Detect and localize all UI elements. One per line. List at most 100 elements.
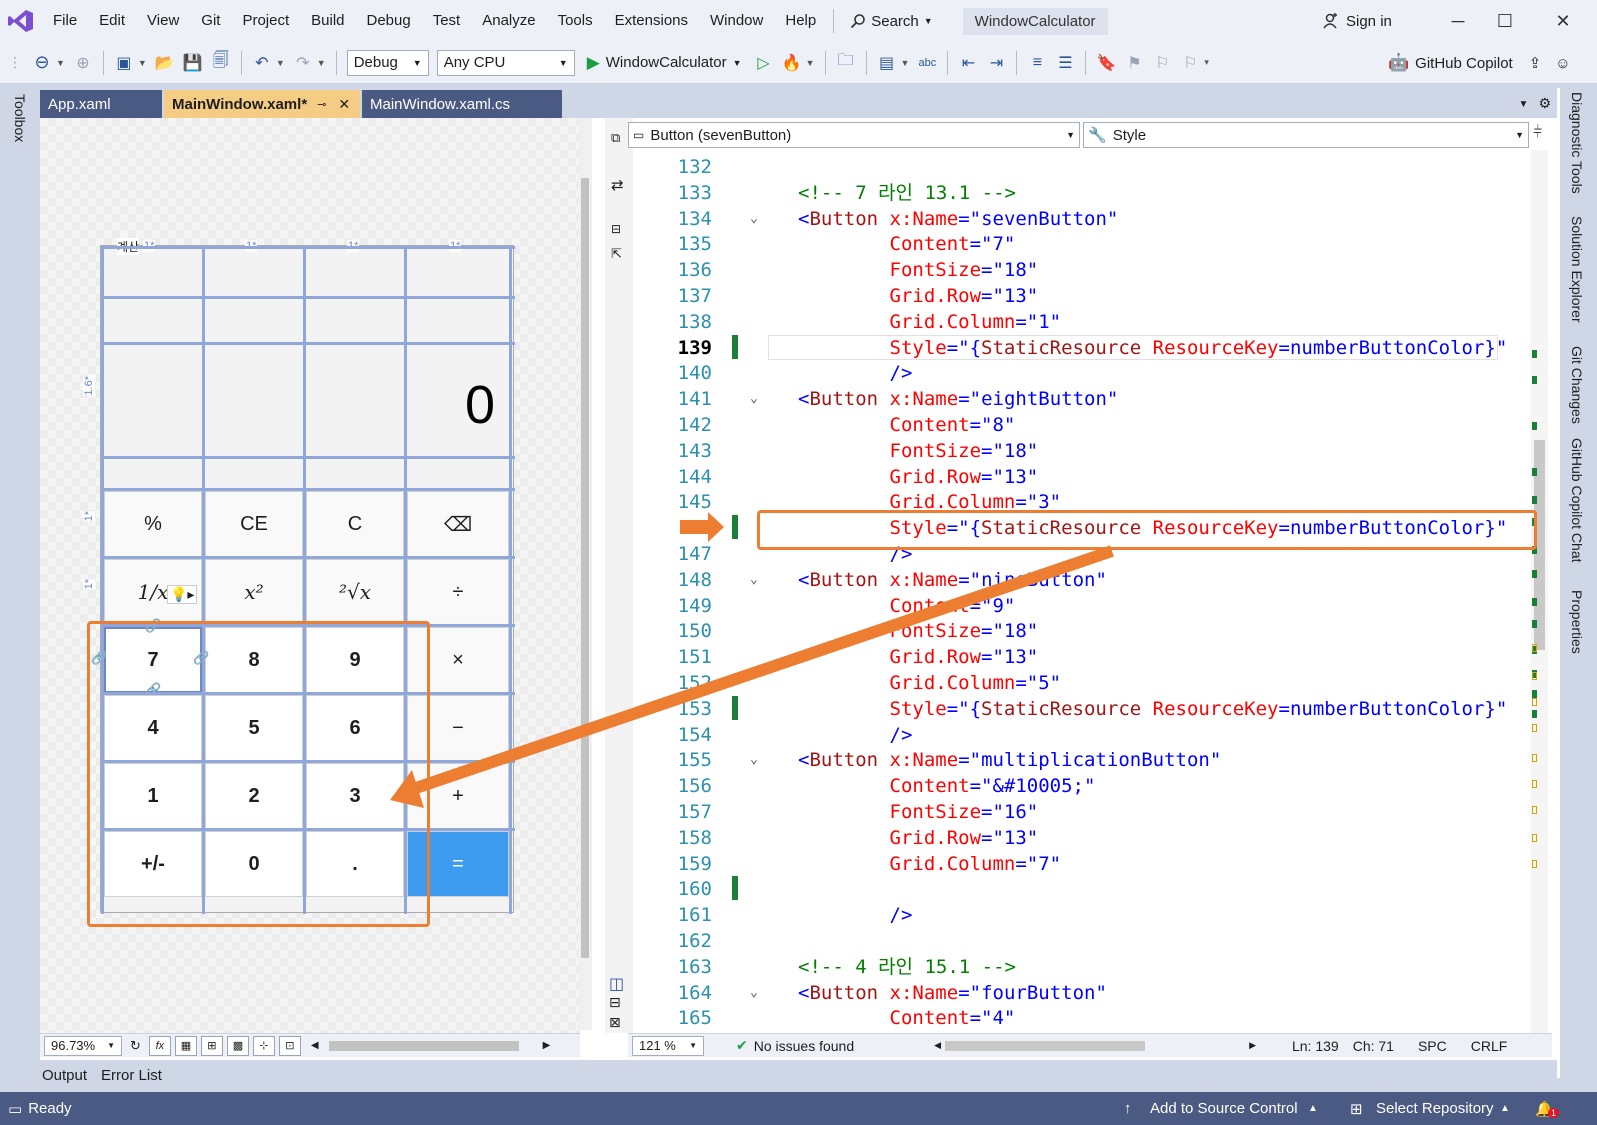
code-line[interactable]: 158 Grid.Row="13": [640, 825, 1530, 851]
code-line[interactable]: 134 ⌄ <Button x:Name="sevenButton": [640, 206, 1530, 232]
git-changes-tab[interactable]: Git Changes: [1569, 346, 1585, 424]
vertical-split-icon[interactable]: ◫: [609, 974, 624, 994]
gear-icon[interactable]: ⚙: [1538, 95, 1551, 112]
tab-mainwindow-xaml[interactable]: MainWindow.xaml* ⊸ ✕: [164, 90, 360, 118]
line-ending-status[interactable]: CRLF: [1471, 1038, 1508, 1054]
save-all-button[interactable]: 🗐: [207, 49, 235, 77]
square-root-button[interactable]: ²√x: [306, 559, 404, 625]
menu-debug[interactable]: Debug: [356, 0, 422, 42]
chevron-down-icon[interactable]: ▼: [806, 58, 815, 68]
menu-file[interactable]: File: [42, 0, 88, 42]
chevron-down-icon[interactable]: ▼: [276, 58, 285, 68]
horizontal-split-icon[interactable]: ⊟: [609, 994, 621, 1011]
close-icon[interactable]: ✕: [338, 96, 350, 113]
search-button[interactable]: Search ▼: [840, 13, 942, 30]
editor-zoom-select[interactable]: 121 % ▼: [632, 1035, 704, 1056]
platform-select[interactable]: Any CPU ▼: [436, 49, 575, 76]
designer-horizontal-scrollbar[interactable]: [328, 1040, 519, 1051]
share-icon[interactable]: ⇪: [1529, 54, 1542, 72]
configuration-select[interactable]: Debug ▼: [346, 49, 429, 76]
code-line[interactable]: 157 FontSize="16": [640, 799, 1530, 825]
scroll-left-icon[interactable]: ◀: [311, 1040, 319, 1051]
code-line[interactable]: 159 Grid.Column="7": [640, 851, 1530, 877]
navigate-back-button[interactable]: ⊖: [28, 49, 56, 77]
navigate-code-button[interactable]: ⇥: [982, 49, 1010, 77]
add-to-source-control-button[interactable]: Add to Source Control: [1150, 1100, 1298, 1117]
menu-view[interactable]: View: [136, 0, 190, 42]
save-button[interactable]: 💾: [179, 49, 207, 77]
code-line[interactable]: 142 Content="8": [640, 412, 1530, 438]
browse-button[interactable]: 🗀: [832, 49, 860, 77]
menu-analyze[interactable]: Analyze: [471, 0, 546, 42]
feedback-icon[interactable]: ☺: [1555, 55, 1570, 72]
properties-tab[interactable]: Properties: [1569, 590, 1585, 654]
code-line[interactable]: 152 Grid.Column="5": [640, 670, 1530, 696]
fold-chevron-icon[interactable]: ⌄: [750, 980, 758, 1006]
chevron-down-icon[interactable]: ▼: [317, 58, 326, 68]
fold-chevron-icon[interactable]: ⌄: [750, 206, 758, 232]
chevron-down-icon[interactable]: ▼: [138, 58, 147, 68]
line-number-status[interactable]: Ln: 139: [1292, 1038, 1339, 1054]
format-button[interactable]: ⇤: [954, 49, 982, 77]
pin-icon[interactable]: ⊸: [317, 98, 326, 111]
clear-bookmarks-button[interactable]: ⚐: [1176, 49, 1204, 77]
xaml-code-editor[interactable]: 132 133 <!-- 7 라인 13.1 --> 134 ⌄ <Button x:Na…: [640, 150, 1537, 1030]
editor-horizontal-scrollbar[interactable]: [945, 1040, 1146, 1051]
solution-explorer-tab[interactable]: Solution Explorer: [1569, 216, 1585, 323]
chevron-down-icon[interactable]: ▼: [56, 58, 65, 68]
collapse-pane-icon[interactable]: ⊟: [611, 222, 621, 236]
code-line[interactable]: 164 ⌄ <Button x:Name="fourButton": [640, 980, 1530, 1006]
row-size-label[interactable]: 1*: [83, 579, 95, 590]
next-bookmark-button[interactable]: ⚐: [1148, 49, 1176, 77]
editor-vertical-scrollbar[interactable]: [1531, 150, 1548, 1033]
issues-status[interactable]: No issues found: [754, 1038, 854, 1054]
code-line[interactable]: 154 />: [640, 722, 1530, 748]
github-copilot-button[interactable]: 🤖 GitHub Copilot ⇪ ☺: [1388, 42, 1571, 84]
code-line[interactable]: 153 Style="{StaticResource ResourceKey=n…: [640, 695, 1530, 722]
redo-button[interactable]: ↷: [289, 49, 317, 77]
lightbulb-icon[interactable]: 💡▸: [167, 585, 198, 604]
code-line[interactable]: 133 <!-- 7 라인 13.1 -->: [640, 180, 1530, 206]
snap-grid-button[interactable]: ⊞: [200, 1035, 223, 1056]
toolbar-overflow-icon[interactable]: ▾: [1204, 57, 1209, 68]
code-line[interactable]: 144 Grid.Row="13": [640, 464, 1530, 490]
expand-pane-icon[interactable]: ⊠: [609, 1014, 621, 1031]
close-window-button[interactable]: ✕: [1540, 0, 1586, 42]
designer-vertical-scrollbar[interactable]: [578, 118, 592, 1030]
output-tab[interactable]: Output: [42, 1067, 87, 1084]
open-file-button[interactable]: 📂: [151, 49, 179, 77]
tab-mainwindow-xaml-cs[interactable]: MainWindow.xaml.cs: [362, 90, 562, 118]
code-line[interactable]: 139 Style="{StaticResource ResourceKey=n…: [640, 334, 1530, 361]
code-line[interactable]: 149 Content="9": [640, 593, 1530, 619]
chevron-down-icon[interactable]: ▼: [901, 58, 910, 68]
menu-tools[interactable]: Tools: [547, 0, 604, 42]
copilot-chat-tab[interactable]: GitHub Copilot Chat: [1569, 438, 1585, 563]
tab-list-dropdown-icon[interactable]: ▼: [1519, 99, 1529, 110]
scroll-right-icon[interactable]: ▶: [1249, 1040, 1256, 1051]
clear-entry-button[interactable]: CE: [205, 491, 303, 557]
code-line[interactable]: 163 <!-- 4 라인 15.1 -->: [640, 954, 1530, 980]
code-line[interactable]: 165 Content="4": [640, 1005, 1530, 1030]
snap-lines-button[interactable]: ⊹: [252, 1035, 275, 1056]
row-size-label[interactable]: 1.6*: [83, 376, 95, 396]
menu-extensions[interactable]: Extensions: [604, 0, 699, 42]
swap-panes-icon[interactable]: ⇄: [611, 176, 624, 194]
popout-icon[interactable]: ⇱: [611, 246, 622, 262]
element-navigation-select[interactable]: ▭ Button (sevenButton) ▼: [628, 122, 1080, 148]
sign-in-button[interactable]: Sign in: [1322, 0, 1392, 42]
fold-chevron-icon[interactable]: ⌄: [750, 386, 758, 412]
uncomment-button[interactable]: ☰: [1051, 49, 1079, 77]
code-line[interactable]: 132: [640, 154, 1530, 180]
refresh-icon[interactable]: ↻: [130, 1038, 141, 1054]
code-line[interactable]: 151 Grid.Row="13": [640, 644, 1530, 670]
clear-button[interactable]: C: [306, 491, 404, 557]
code-line[interactable]: 161 />: [640, 902, 1530, 928]
backspace-button[interactable]: ⌫: [407, 491, 509, 557]
diagnostic-tools-tab[interactable]: Diagnostic Tools: [1569, 92, 1585, 194]
code-line[interactable]: 148 ⌄ <Button x:Name="nineButton": [640, 567, 1530, 593]
menu-git[interactable]: Git: [190, 0, 231, 42]
designer-zoom-select[interactable]: 96.73% ▼: [44, 1035, 122, 1056]
undo-button[interactable]: ↶: [248, 49, 276, 77]
menu-window[interactable]: Window: [699, 0, 774, 42]
code-line[interactable]: 138 Grid.Column="1": [640, 309, 1530, 335]
